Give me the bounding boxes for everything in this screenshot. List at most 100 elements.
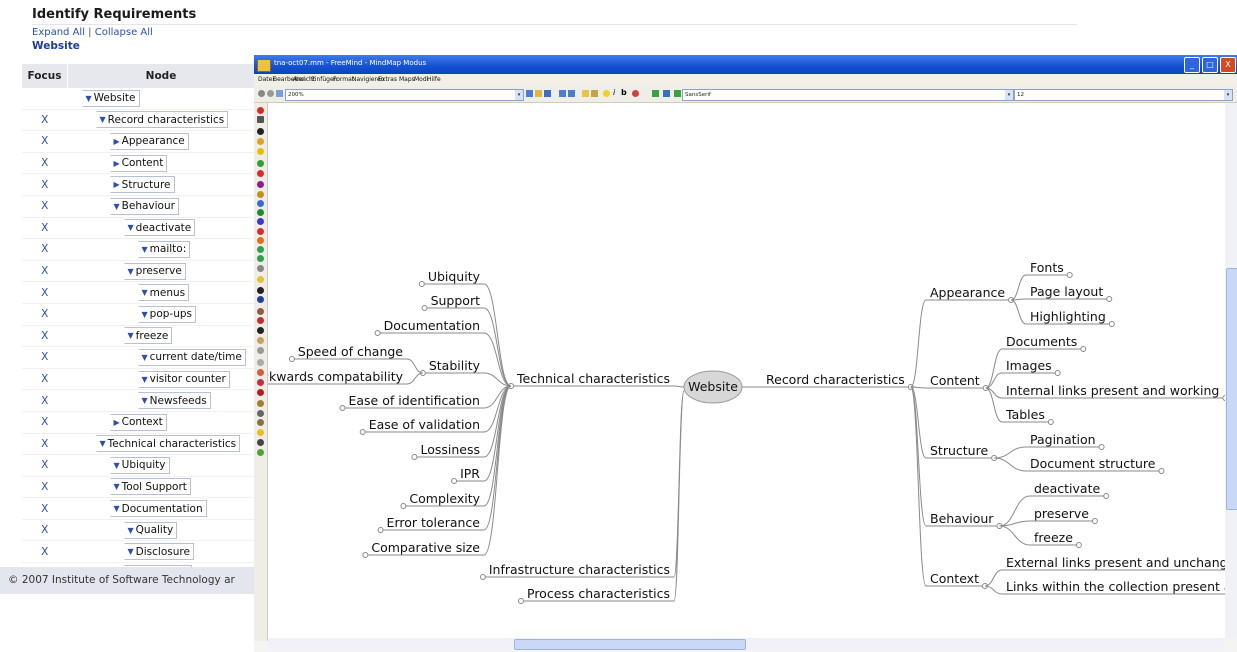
focus-toggle[interactable]: X	[22, 476, 68, 499]
smiley-icon[interactable]	[257, 276, 264, 283]
priority-4-icon[interactable]	[257, 209, 264, 216]
focus-toggle[interactable]: X	[22, 368, 68, 391]
tree-node[interactable]: ▶ Content	[109, 154, 168, 172]
focus-toggle[interactable]: X	[22, 195, 68, 218]
expanded-triangle-icon[interactable]: ▼	[86, 94, 92, 103]
people-icon[interactable]	[257, 347, 264, 354]
mindmap-node[interactable]: Ease of identification	[348, 393, 480, 408]
mindmap-node[interactable]: Pagination	[1030, 432, 1096, 447]
mindmap-node[interactable]: Behaviour	[930, 511, 994, 526]
fold-circle-icon[interactable]	[1106, 296, 1113, 302]
fold-circle-icon[interactable]	[1080, 346, 1087, 352]
focus-toggle[interactable]: X	[22, 346, 68, 369]
star-icon[interactable]	[257, 429, 264, 436]
mindmap-canvas[interactable]: Record characteristics Appearance Fonts Pag…	[268, 103, 1225, 638]
forward-icon[interactable]	[267, 90, 274, 97]
tree-node[interactable]: ▼ Newsfeeds	[137, 392, 211, 410]
focus-toggle[interactable]: X	[22, 454, 68, 477]
priority-7-icon[interactable]	[257, 237, 264, 244]
zoom-select[interactable]: 200% ▾	[285, 89, 524, 101]
collapsed-triangle-icon[interactable]: ▶	[114, 159, 120, 168]
mindmap-node[interactable]: Support	[431, 293, 481, 308]
bold-icon[interactable]: b	[621, 88, 627, 97]
fold-circle-icon[interactable]	[518, 598, 524, 604]
focus-toggle[interactable]: X	[22, 260, 68, 283]
font-family-select[interactable]: SansSerif ▾	[682, 89, 1014, 101]
fold-circle-icon[interactable]	[1047, 419, 1054, 425]
mindmap-node[interactable]: freeze	[1034, 530, 1073, 545]
focus-toggle[interactable]: X	[22, 497, 68, 520]
mindmap-node[interactable]: Content	[930, 373, 980, 388]
mindmap-node[interactable]: Process characteristics	[527, 586, 670, 601]
tree-node[interactable]: ▼ Disclosure	[123, 543, 194, 561]
focus-toggle[interactable]: X	[22, 130, 68, 153]
tree-node[interactable]: ▼ Behaviour	[109, 197, 179, 215]
fold-circle-icon[interactable]	[1108, 321, 1115, 327]
expanded-triangle-icon[interactable]: ▼	[142, 396, 148, 405]
tree-node[interactable]: ▶ Context	[109, 413, 167, 431]
exclamation-icon[interactable]	[257, 389, 264, 396]
tree-node[interactable]: ▼ menus	[137, 284, 190, 302]
forward-arrow-icon[interactable]	[257, 255, 264, 262]
phone-icon[interactable]	[257, 327, 264, 334]
warning-icon[interactable]	[257, 138, 264, 145]
mindmap-node[interactable]: Infrastructure characteristics	[489, 562, 670, 577]
expanded-triangle-icon[interactable]: ▼	[128, 547, 134, 556]
fold-circle-icon[interactable]	[451, 478, 458, 484]
italic-icon[interactable]: i	[613, 88, 615, 97]
save-icon[interactable]	[544, 90, 551, 97]
mindmap-node[interactable]: Documents	[1006, 334, 1077, 349]
mindmap-node[interactable]: Speed of change	[298, 344, 403, 359]
expanded-triangle-icon[interactable]: ▼	[128, 223, 134, 232]
expanded-triangle-icon[interactable]: ▼	[114, 461, 120, 470]
mindmap-node[interactable]: IPR	[460, 466, 480, 481]
expanded-triangle-icon[interactable]: ▼	[114, 482, 120, 491]
fold-circle-icon[interactable]	[1054, 370, 1061, 376]
expanded-triangle-icon[interactable]: ▼	[142, 310, 148, 319]
expanded-triangle-icon[interactable]: ▼	[142, 245, 148, 254]
expand-all-link[interactable]: Expand All	[32, 27, 85, 38]
menu-item[interactable]: Format	[333, 76, 354, 83]
tree-node[interactable]: ▼ preserve	[123, 262, 186, 280]
collapsed-triangle-icon[interactable]: ▶	[114, 180, 120, 189]
vertical-scroll-thumb[interactable]	[1226, 268, 1237, 510]
focus-toggle[interactable]: X	[22, 109, 68, 132]
color-icon[interactable]	[632, 90, 639, 97]
home-icon[interactable]	[257, 317, 264, 324]
tree-node[interactable]: ▼ freeze	[123, 327, 173, 345]
menu-item[interactable]: Datei	[258, 76, 274, 83]
expanded-triangle-icon[interactable]: ▼	[128, 526, 134, 535]
mindmap-node[interactable]: deactivate	[1034, 481, 1100, 496]
root-node-link[interactable]: Website	[32, 40, 80, 52]
fold-circle-icon[interactable]	[1091, 518, 1098, 524]
expanded-triangle-icon[interactable]: ▼	[142, 288, 148, 297]
fold-circle-icon[interactable]	[400, 503, 407, 509]
zoom-icon[interactable]	[276, 90, 283, 97]
mindmap-node[interactable]: Tables	[1005, 407, 1045, 422]
maximize-button[interactable]: □	[1202, 57, 1218, 73]
expanded-triangle-icon[interactable]: ▼	[114, 504, 120, 513]
vertical-scrollbar[interactable]	[1225, 103, 1237, 638]
focus-toggle[interactable]: X	[22, 152, 68, 175]
focus-toggle[interactable]: X	[22, 173, 68, 196]
tree-node[interactable]: ▼ Quality	[123, 521, 178, 539]
fold-circle-icon[interactable]	[418, 281, 425, 287]
pen-icon[interactable]	[257, 308, 264, 315]
pencil-icon[interactable]	[257, 369, 264, 376]
tree-node[interactable]: ▼ mailto:	[137, 240, 191, 258]
mindmap-node[interactable]: Images	[1006, 358, 1052, 373]
mindmap-node[interactable]: Technical characteristics	[516, 371, 670, 386]
back-arrow-icon[interactable]	[257, 246, 264, 253]
fold-circle-icon[interactable]	[1066, 272, 1073, 278]
menu-item[interactable]: Maps	[399, 76, 415, 83]
fold-circle-icon[interactable]	[377, 527, 384, 533]
tree-node[interactable]: ▼ pop-ups	[137, 305, 196, 323]
mindmap-node[interactable]: Documentation	[384, 318, 480, 333]
focus-toggle[interactable]: X	[22, 238, 68, 261]
expanded-triangle-icon[interactable]: ▼	[142, 353, 148, 362]
collapsed-triangle-icon[interactable]: ▶	[114, 137, 120, 146]
window-titlebar[interactable]: tna-oct07.mm - FreeMind - MindMap Modus …	[254, 55, 1237, 74]
mindmap-node[interactable]: Stability	[429, 358, 481, 373]
menu-item[interactable]: Extras	[378, 76, 397, 83]
mindmap-node[interactable]: Appearance	[930, 285, 1005, 300]
